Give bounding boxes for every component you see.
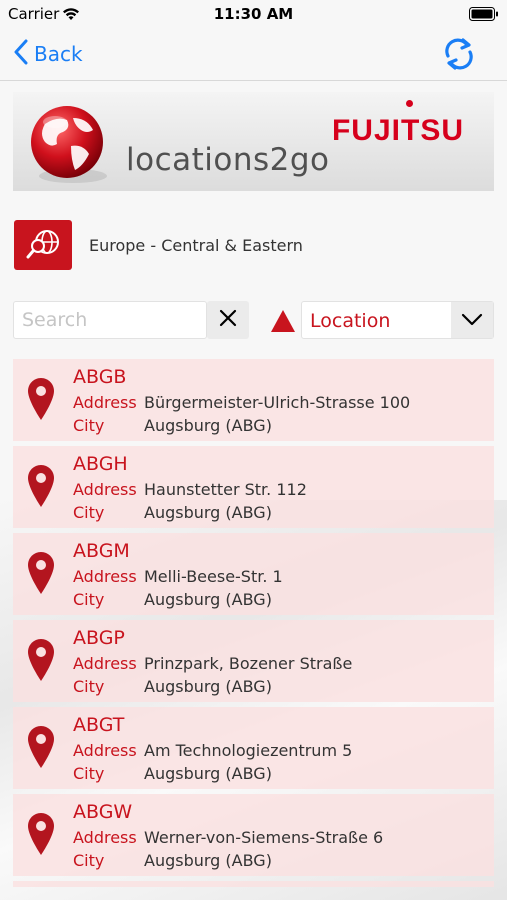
brand-logo: FUJITSU [331,114,464,147]
city-label: City [73,764,105,783]
city-value: Augsburg (ABG) [144,677,272,696]
city-value: Augsburg (ABG) [144,764,272,783]
address-value: Werner-von-Siemens-Straße 6 [144,828,384,847]
back-label: Back [34,42,83,66]
battery-icon [469,6,499,25]
banner-title: locations2go [126,142,330,178]
location-code: ABGP [73,627,125,649]
map-pin-icon [27,638,55,686]
refresh-icon [439,38,479,78]
address-value: Melli-Beese-Str. 1 [144,567,283,586]
location-row-partial[interactable] [13,881,494,887]
city-value: Augsburg (ABG) [144,503,272,522]
location-row[interactable]: ABGB Address Bürgermeister-Ulrich-Strass… [13,359,494,441]
location-code: ABGM [73,540,130,562]
address-label: Address [73,567,137,586]
map-pin-icon [27,551,55,599]
city-value: Augsburg (ABG) [144,851,272,870]
refresh-button[interactable] [439,34,479,74]
address-value: Bürgermeister-Ulrich-Strasse 100 [144,393,411,412]
city-value: Augsburg (ABG) [144,416,272,435]
location-code: ABGW [73,801,133,823]
city-label: City [73,677,105,696]
brand-mark [406,100,413,107]
globe-icon [27,104,113,190]
location-code: ABGH [73,453,128,475]
location-row[interactable]: ABGT Address Am Technologiezentrum 5 Cit… [13,707,494,789]
map-pin-icon [27,725,55,773]
address-value: Am Technologiezentrum 5 [144,741,353,760]
address-label: Address [73,480,137,499]
address-label: Address [73,393,137,412]
address-value: Haunstetter Str. 112 [144,480,307,499]
clear-search-button[interactable] [207,301,249,339]
back-button[interactable]: Back [14,38,83,70]
location-row[interactable]: ABGP Address Prinzpark, Bozener Straße C… [13,620,494,702]
map-pin-icon [27,464,55,512]
address-label: Address [73,828,137,847]
map-pin-icon [27,377,55,425]
sort-direction-icon[interactable] [270,309,296,337]
main-content: locations2go FUJITSU Europe - Central & … [0,81,507,900]
city-label: City [73,503,105,522]
address-value: Prinzpark, Bozener Straße [144,654,353,673]
region-label: Europe - Central & Eastern [89,235,303,255]
chevron-left-icon [14,39,28,69]
city-label: City [73,416,105,435]
location-row[interactable]: ABGM Address Melli-Beese-Str. 1 City Aug… [13,533,494,615]
location-row[interactable]: ABGW Address Werner-von-Siemens-Straße 6… [13,794,494,876]
city-label: City [73,590,105,609]
map-pin-icon [27,812,55,860]
location-list: ABGB Address Bürgermeister-Ulrich-Strass… [13,359,494,887]
address-label: Address [73,654,137,673]
navigation-bar: Back [0,28,507,81]
chevron-down-icon [451,302,493,338]
region-icon [14,220,72,270]
location-code: ABGB [73,366,127,388]
sort-field-value: Location [310,310,391,332]
status-bar: Carrier 11:30 AM [0,0,507,28]
close-icon [219,309,237,331]
sort-field-select[interactable]: Location [301,301,494,339]
location-row[interactable]: ABGH Address Haunstetter Str. 112 City A… [13,446,494,528]
city-label: City [73,851,105,870]
address-label: Address [73,741,137,760]
app-banner: locations2go FUJITSU [13,92,494,191]
clock: 11:30 AM [213,5,294,23]
region-selector[interactable]: Europe - Central & Eastern [14,219,303,271]
city-value: Augsburg (ABG) [144,590,272,609]
search-input[interactable] [13,301,207,339]
location-code: ABGT [73,714,125,736]
